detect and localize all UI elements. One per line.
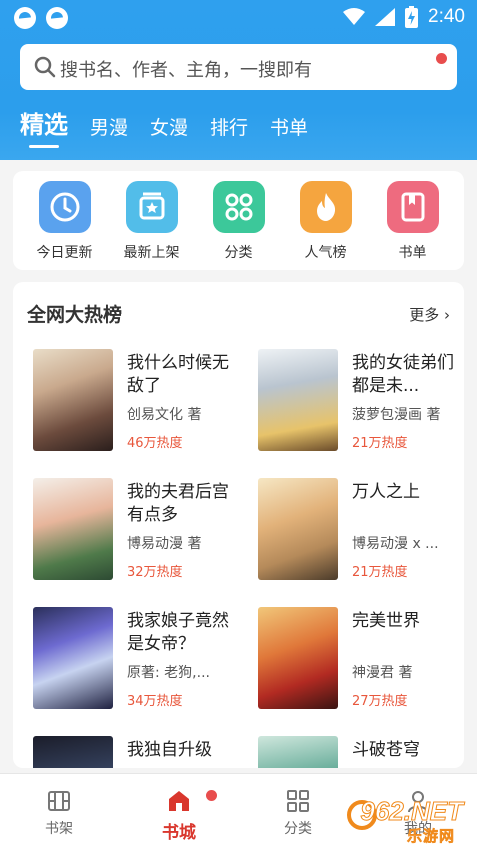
comic-cover (258, 478, 338, 580)
notification-dot (436, 53, 447, 64)
comic-cover (33, 607, 113, 709)
quick-category[interactable]: 分类 (199, 181, 279, 270)
comic-cover (258, 349, 338, 451)
status-bar: 2:40 (0, 0, 477, 34)
comic-cover (33, 478, 113, 580)
clock-time: 2:40 (428, 6, 465, 27)
comic-card[interactable]: 斗破苍穹 (258, 736, 464, 768)
comic-title: 万人之上 (352, 482, 420, 502)
notification-icons (14, 7, 68, 29)
tab-ranking[interactable]: 排行 (210, 113, 248, 146)
quick-label: 今日更新 (36, 245, 93, 261)
comic-heat: 32万热度 (127, 565, 183, 580)
comic-heat: 46万热度 (127, 436, 183, 451)
quick-booklist[interactable]: 书单 (373, 181, 453, 270)
quick-menu: 今日更新 最新上架 分类 人气榜 书单 (13, 171, 464, 270)
comic-card[interactable]: 完美世界 神漫君 著 27万热度 (258, 607, 464, 712)
comic-card[interactable]: 万人之上 博易动漫 x ... 21万热度 (258, 478, 464, 583)
comic-author: 创易文化 著 (127, 407, 202, 423)
category-tabs: 精选 男漫 女漫 排行 书单 (20, 110, 330, 148)
comic-title: 我什么时候无敌了 (127, 353, 229, 396)
more-label: 更多 (409, 306, 440, 324)
quick-label: 分类 (224, 245, 253, 261)
header-background: 2:40 搜书名、作者、主角，一搜即有 精选 男漫 女漫 排行 书单 (0, 0, 477, 160)
quick-label: 书单 (398, 245, 427, 261)
bookshelf-icon (48, 791, 70, 811)
quick-label: 人气榜 (304, 245, 347, 261)
nav-bookshelf[interactable]: 书架 (19, 788, 99, 838)
signal-icon (375, 8, 396, 26)
category-icon (212, 181, 265, 233)
grid-icon (287, 790, 309, 812)
clock-icon (38, 181, 91, 233)
flame-icon (299, 181, 352, 233)
comic-cover (33, 349, 113, 451)
chevron-right-icon: › (444, 306, 450, 324)
comic-heat: 21万热度 (352, 436, 408, 451)
comic-card[interactable]: 我的夫君后宫有点多 博易动漫 著 32万热度 (33, 478, 243, 583)
comic-author: 原著: 老狗,... (127, 665, 210, 681)
quick-label: 最新上架 (123, 245, 180, 261)
comic-title: 我的夫君后宫有点多 (127, 482, 229, 525)
watermark-sub: 乐游网 (406, 827, 455, 846)
system-tray: 2:40 (343, 6, 465, 28)
comic-title: 完美世界 (352, 611, 420, 631)
nav-category[interactable]: 分类 (258, 788, 338, 838)
hot-ranking-section: 全网大热榜 更多 › 我什么时候无敌了 创易文化 著 46万热度 我的女徒弟们都… (13, 282, 464, 768)
section-title: 全网大热榜 (27, 304, 123, 326)
comic-title: 我家娘子竟然是女帝？ (127, 611, 229, 654)
comic-heat: 34万热度 (127, 694, 183, 709)
quick-new-shelf[interactable]: 最新上架 (112, 181, 192, 270)
comic-title: 斗破苍穹 (352, 740, 420, 760)
nav-label: 分类 (284, 821, 312, 837)
comic-author: 博易动漫 著 (127, 536, 202, 552)
nav-label: 书架 (45, 821, 73, 837)
comic-heat: 21万热度 (352, 565, 408, 580)
search-bar[interactable]: 搜书名、作者、主角，一搜即有 (20, 44, 457, 90)
app-notification-icon (14, 7, 36, 29)
comic-card[interactable]: 我的女徒弟们都是未... 菠萝包漫画 著 21万热度 (258, 349, 464, 454)
comic-author: 神漫君 著 (352, 665, 413, 681)
home-icon (169, 791, 189, 811)
site-watermark: 962.NET 乐游网 (343, 796, 471, 846)
new-shelf-icon (125, 181, 178, 233)
comic-title: 我的女徒弟们都是未... (352, 353, 454, 396)
more-link[interactable]: 更多 › (409, 304, 450, 325)
comic-heat: 27万热度 (352, 694, 408, 709)
comic-card[interactable]: 我家娘子竟然是女帝？ 原著: 老狗,... 34万热度 (33, 607, 243, 712)
comic-author: 博易动漫 x ... (352, 536, 439, 552)
battery-charging-icon (405, 6, 419, 28)
tab-booklist[interactable]: 书单 (270, 113, 308, 146)
search-icon (34, 56, 56, 78)
wifi-icon (343, 8, 366, 25)
comic-cover (258, 607, 338, 709)
tab-featured[interactable]: 精选 (20, 105, 68, 148)
comic-author: 菠萝包漫画 著 (352, 407, 441, 423)
app-notification-icon (46, 7, 68, 29)
comic-card[interactable]: 我独自升级 (33, 736, 243, 768)
tab-female-comics[interactable]: 女漫 (150, 113, 188, 146)
comic-title: 我独自升级 (127, 740, 212, 760)
quick-popular-rank[interactable]: 人气榜 (286, 181, 366, 270)
comic-cover (33, 736, 113, 768)
nav-bookstore[interactable]: 书城 (139, 788, 219, 843)
watermark-number: 962.NET (360, 796, 464, 827)
nav-label: 书城 (162, 823, 196, 843)
quick-today-update[interactable]: 今日更新 (25, 181, 105, 270)
notification-dot (206, 790, 217, 801)
booklist-icon (386, 181, 439, 233)
comic-card[interactable]: 我什么时候无敌了 创易文化 著 46万热度 (33, 349, 243, 454)
tab-male-comics[interactable]: 男漫 (90, 113, 128, 146)
search-placeholder: 搜书名、作者、主角，一搜即有 (60, 60, 312, 81)
comic-cover (258, 736, 338, 768)
